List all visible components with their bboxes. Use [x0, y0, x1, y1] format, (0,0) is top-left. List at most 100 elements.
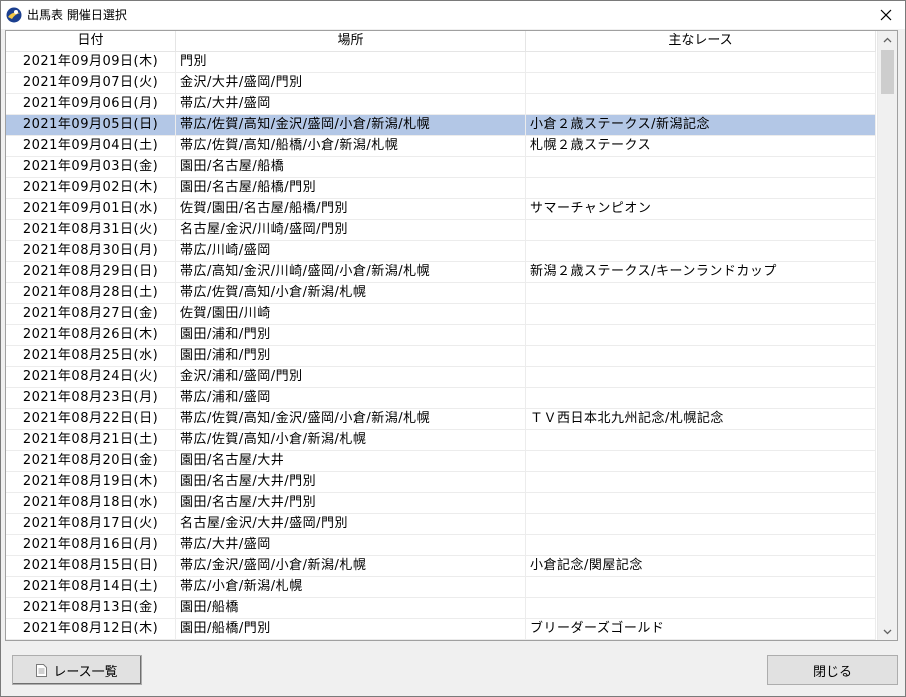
place-cell: 門別 — [176, 52, 526, 72]
table-row[interactable]: 2021年09月05日(日) 帯広/佐賀/高知/金沢/盛岡/小倉/新潟/札幌 小倉２… — [6, 115, 876, 136]
table-row[interactable]: 2021年08月17日(火) 名古屋/金沢/大井/盛岡/門別 — [6, 514, 876, 535]
place-cell: 園田/船橋/門別 — [176, 619, 526, 639]
race-list-button[interactable]: レース一覧 — [12, 655, 142, 685]
table-row[interactable]: 2021年08月15日(日) 帯広/金沢/盛岡/小倉/新潟/札幌 小倉記念/関屋記念 — [6, 556, 876, 577]
table-row[interactable]: 2021年08月16日(月) 帯広/大井/盛岡 — [6, 535, 876, 556]
table-row[interactable]: 2021年08月20日(金) 園田/名古屋/大井 — [6, 451, 876, 472]
date-cell: 2021年08月19日(木) — [6, 472, 176, 492]
place-cell: 帯広/佐賀/高知/小倉/新潟/札幌 — [176, 430, 526, 450]
date-cell: 2021年09月09日(木) — [6, 52, 176, 72]
date-cell: 2021年09月06日(月) — [6, 94, 176, 114]
table-row[interactable]: 2021年08月26日(木) 園田/浦和/門別 — [6, 325, 876, 346]
date-cell: 2021年08月28日(土) — [6, 283, 176, 303]
list-rows: 2021年09月09日(木) 門別 2021年09月07日(火) 金沢/大井/盛岡/門… — [6, 52, 876, 640]
table-row[interactable]: 2021年09月06日(月) 帯広/大井/盛岡 — [6, 94, 876, 115]
table-row[interactable]: 2021年08月25日(水) 園田/浦和/門別 — [6, 346, 876, 367]
main-race-cell: サマーチャンピオン — [526, 199, 876, 219]
close-icon — [880, 9, 892, 21]
table-row[interactable]: 2021年08月24日(火) 金沢/浦和/盛岡/門別 — [6, 367, 876, 388]
column-header-date[interactable]: 日付 — [6, 31, 176, 51]
place-cell: 帯広/佐賀/高知/船橋/小倉/新潟/札幌 — [176, 136, 526, 156]
column-header-main-race[interactable]: 主なレース — [526, 31, 876, 51]
date-cell: 2021年08月13日(金) — [6, 598, 176, 618]
document-icon — [36, 663, 48, 677]
table-row[interactable]: 2021年08月31日(火) 名古屋/金沢/川崎/盛岡/門別 — [6, 220, 876, 241]
table-row[interactable]: 2021年08月22日(日) 帯広/佐賀/高知/金沢/盛岡/小倉/新潟/札幌 ＴＶ西… — [6, 409, 876, 430]
main-race-cell: 小倉２歳ステークス/新潟記念 — [526, 115, 876, 135]
place-cell: 園田/船橋 — [176, 598, 526, 618]
main-race-cell — [526, 325, 876, 345]
table-row[interactable]: 2021年09月07日(火) 金沢/大井/盛岡/門別 — [6, 73, 876, 94]
date-cell: 2021年08月21日(土) — [6, 430, 176, 450]
place-cell: 帯広/大井/盛岡 — [176, 94, 526, 114]
place-cell: 帯広/川崎/盛岡 — [176, 241, 526, 261]
chevron-down-icon — [883, 629, 892, 634]
date-cell: 2021年08月20日(金) — [6, 451, 176, 471]
main-race-cell: ブリーダーズゴールド — [526, 619, 876, 639]
place-cell: 金沢/大井/盛岡/門別 — [176, 73, 526, 93]
scrollbar-thumb[interactable] — [881, 50, 894, 94]
main-race-cell — [526, 157, 876, 177]
window-title: 出馬表 開催日選択 — [27, 8, 127, 22]
column-header-place[interactable]: 場所 — [176, 31, 526, 51]
date-cell: 2021年08月15日(日) — [6, 556, 176, 576]
main-race-cell: 新潟２歳ステークス/キーンランドカップ — [526, 262, 876, 282]
close-button[interactable]: 閉じる — [767, 655, 898, 685]
table-row[interactable]: 2021年09月01日(水) 佐賀/園田/名古屋/船橋/門別 サマーチャンピオン — [6, 199, 876, 220]
main-race-cell — [526, 73, 876, 93]
date-cell: 2021年08月27日(金) — [6, 304, 176, 324]
place-cell: 園田/浦和/門別 — [176, 325, 526, 345]
date-cell: 2021年09月01日(水) — [6, 199, 176, 219]
main-race-cell — [526, 514, 876, 534]
main-race-cell — [526, 451, 876, 471]
table-row[interactable]: 2021年08月21日(土) 帯広/佐賀/高知/小倉/新潟/札幌 — [6, 430, 876, 451]
vertical-scrollbar[interactable] — [877, 31, 897, 640]
table-row[interactable]: 2021年08月19日(木) 園田/名古屋/大井/門別 — [6, 472, 876, 493]
main-race-cell — [526, 535, 876, 555]
date-cell: 2021年09月02日(木) — [6, 178, 176, 198]
place-cell: 帯広/小倉/新潟/札幌 — [176, 577, 526, 597]
table-row[interactable]: 2021年08月27日(金) 佐賀/園田/川崎 — [6, 304, 876, 325]
date-cell: 2021年09月07日(火) — [6, 73, 176, 93]
main-race-cell — [526, 472, 876, 492]
table-row[interactable]: 2021年09月04日(土) 帯広/佐賀/高知/船橋/小倉/新潟/札幌 札幌２歳ステ… — [6, 136, 876, 157]
scroll-up-button[interactable] — [878, 31, 897, 48]
main-race-cell — [526, 430, 876, 450]
date-cell: 2021年08月24日(火) — [6, 367, 176, 387]
table-row[interactable]: 2021年08月12日(木) 園田/船橋/門別 ブリーダーズゴールド — [6, 619, 876, 640]
table-row[interactable]: 2021年08月23日(月) 帯広/浦和/盛岡 — [6, 388, 876, 409]
main-race-cell — [526, 52, 876, 72]
place-cell: 佐賀/園田/川崎 — [176, 304, 526, 324]
place-cell: 園田/名古屋/船橋 — [176, 157, 526, 177]
app-icon — [6, 7, 22, 23]
meeting-date-list[interactable]: 日付 場所 主なレース 2021年09月09日(木) 門別 2021年09月07日(… — [5, 30, 898, 641]
table-row[interactable]: 2021年09月03日(金) 園田/名古屋/船橋 — [6, 157, 876, 178]
main-race-cell — [526, 178, 876, 198]
table-row[interactable]: 2021年08月14日(土) 帯広/小倉/新潟/札幌 — [6, 577, 876, 598]
table-row[interactable]: 2021年08月29日(日) 帯広/高知/金沢/川崎/盛岡/小倉/新潟/札幌 新潟２… — [6, 262, 876, 283]
place-cell: 帯広/大井/盛岡 — [176, 535, 526, 555]
title-bar: 出馬表 開催日選択 — [1, 1, 905, 29]
chevron-up-icon — [883, 37, 892, 42]
date-cell: 2021年08月14日(土) — [6, 577, 176, 597]
table-row[interactable]: 2021年08月30日(月) 帯広/川崎/盛岡 — [6, 241, 876, 262]
table-row[interactable]: 2021年09月09日(木) 門別 — [6, 52, 876, 73]
place-cell: 帯広/高知/金沢/川崎/盛岡/小倉/新潟/札幌 — [176, 262, 526, 282]
date-cell: 2021年08月26日(木) — [6, 325, 176, 345]
place-cell: 園田/名古屋/船橋/門別 — [176, 178, 526, 198]
date-cell: 2021年08月30日(月) — [6, 241, 176, 261]
main-race-cell — [526, 304, 876, 324]
main-race-cell: 札幌２歳ステークス — [526, 136, 876, 156]
main-race-cell — [526, 577, 876, 597]
main-race-cell — [526, 241, 876, 261]
table-row[interactable]: 2021年08月28日(土) 帯広/佐賀/高知/小倉/新潟/札幌 — [6, 283, 876, 304]
date-cell: 2021年08月31日(火) — [6, 220, 176, 240]
main-race-cell: ＴＶ西日本北九州記念/札幌記念 — [526, 409, 876, 429]
close-window-button[interactable] — [867, 1, 905, 29]
place-cell: 帯広/佐賀/高知/小倉/新潟/札幌 — [176, 283, 526, 303]
table-row[interactable]: 2021年08月18日(水) 園田/名古屋/大井/門別 — [6, 493, 876, 514]
table-row[interactable]: 2021年08月13日(金) 園田/船橋 — [6, 598, 876, 619]
place-cell: 園田/名古屋/大井/門別 — [176, 472, 526, 492]
scroll-down-button[interactable] — [878, 623, 897, 640]
table-row[interactable]: 2021年09月02日(木) 園田/名古屋/船橋/門別 — [6, 178, 876, 199]
